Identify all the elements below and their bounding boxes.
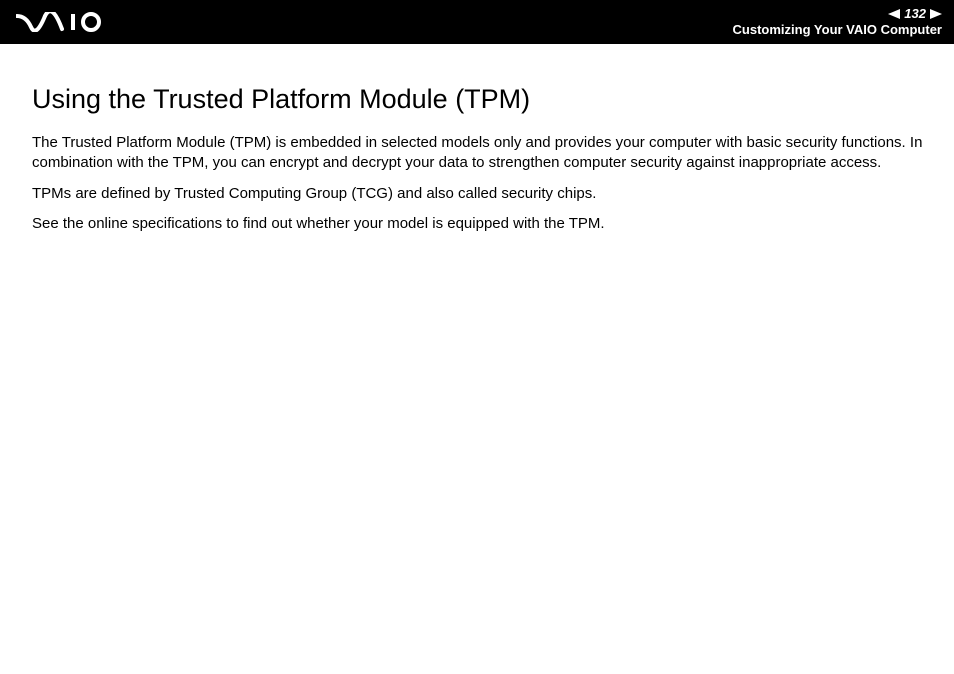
page-header: 132 Customizing Your VAIO Computer (0, 0, 954, 44)
body-paragraph: The Trusted Platform Module (TPM) is emb… (32, 133, 924, 174)
section-title: Customizing Your VAIO Computer (733, 22, 942, 38)
header-right: 132 Customizing Your VAIO Computer (733, 6, 942, 37)
vaio-logo (16, 12, 116, 32)
body-paragraph: See the online specifications to find ou… (32, 214, 924, 234)
page-number: 132 (904, 6, 926, 22)
next-page-arrow-icon[interactable] (930, 9, 942, 19)
page-navigation: 132 (888, 6, 942, 22)
body-paragraph: TPMs are defined by Trusted Computing Gr… (32, 184, 924, 204)
prev-page-arrow-icon[interactable] (888, 9, 900, 19)
page-title: Using the Trusted Platform Module (TPM) (32, 84, 924, 115)
page-content: Using the Trusted Platform Module (TPM) … (0, 44, 954, 264)
